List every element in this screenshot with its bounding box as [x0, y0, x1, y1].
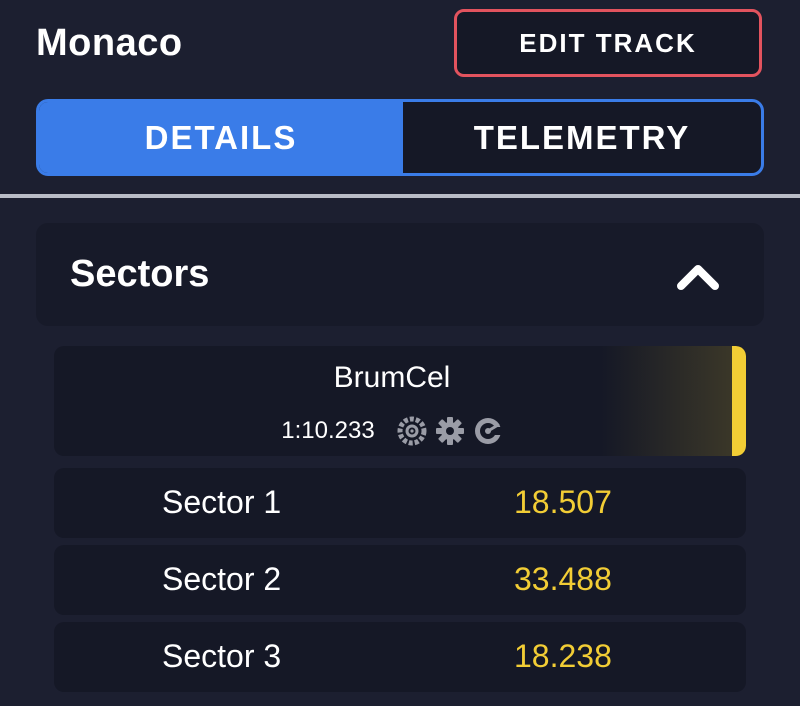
sector-label: Sector 3 — [162, 638, 282, 674]
driver-name: BrumCel — [333, 361, 451, 394]
gear-icon — [435, 417, 464, 445]
gauge-icon — [474, 418, 503, 444]
tab-bar: DETAILS TELEMETRY — [36, 99, 764, 176]
sectors-title: Sectors — [70, 253, 210, 295]
edit-track-button[interactable]: EDIT TRACK — [454, 9, 762, 77]
sector-row: Sector 2 33.488 — [54, 545, 746, 615]
sector-time: 33.488 — [514, 561, 612, 597]
chevron-up-icon[interactable] — [676, 261, 720, 291]
sector-row: Sector 3 18.238 — [54, 622, 746, 692]
driver-meta: 1:10.233 — [54, 416, 730, 446]
lap-time: 1:10.233 — [281, 417, 375, 444]
tab-telemetry[interactable]: TELEMETRY — [403, 102, 761, 173]
track-title: Monaco — [36, 22, 183, 64]
sectors-panel-header[interactable]: Sectors — [36, 223, 764, 326]
sector-label: Sector 2 — [162, 561, 282, 597]
divider — [0, 194, 800, 198]
driver-lap-card[interactable]: BrumCel 1:10.233 — [54, 346, 746, 456]
driver-accent-bar — [732, 346, 746, 456]
sector-row: Sector 1 18.507 — [54, 468, 746, 538]
tyre-icon — [397, 416, 427, 446]
sector-label: Sector 1 — [162, 484, 282, 520]
tab-details[interactable]: DETAILS — [39, 102, 403, 173]
sector-time: 18.238 — [514, 638, 612, 674]
sector-time: 18.507 — [514, 484, 612, 520]
